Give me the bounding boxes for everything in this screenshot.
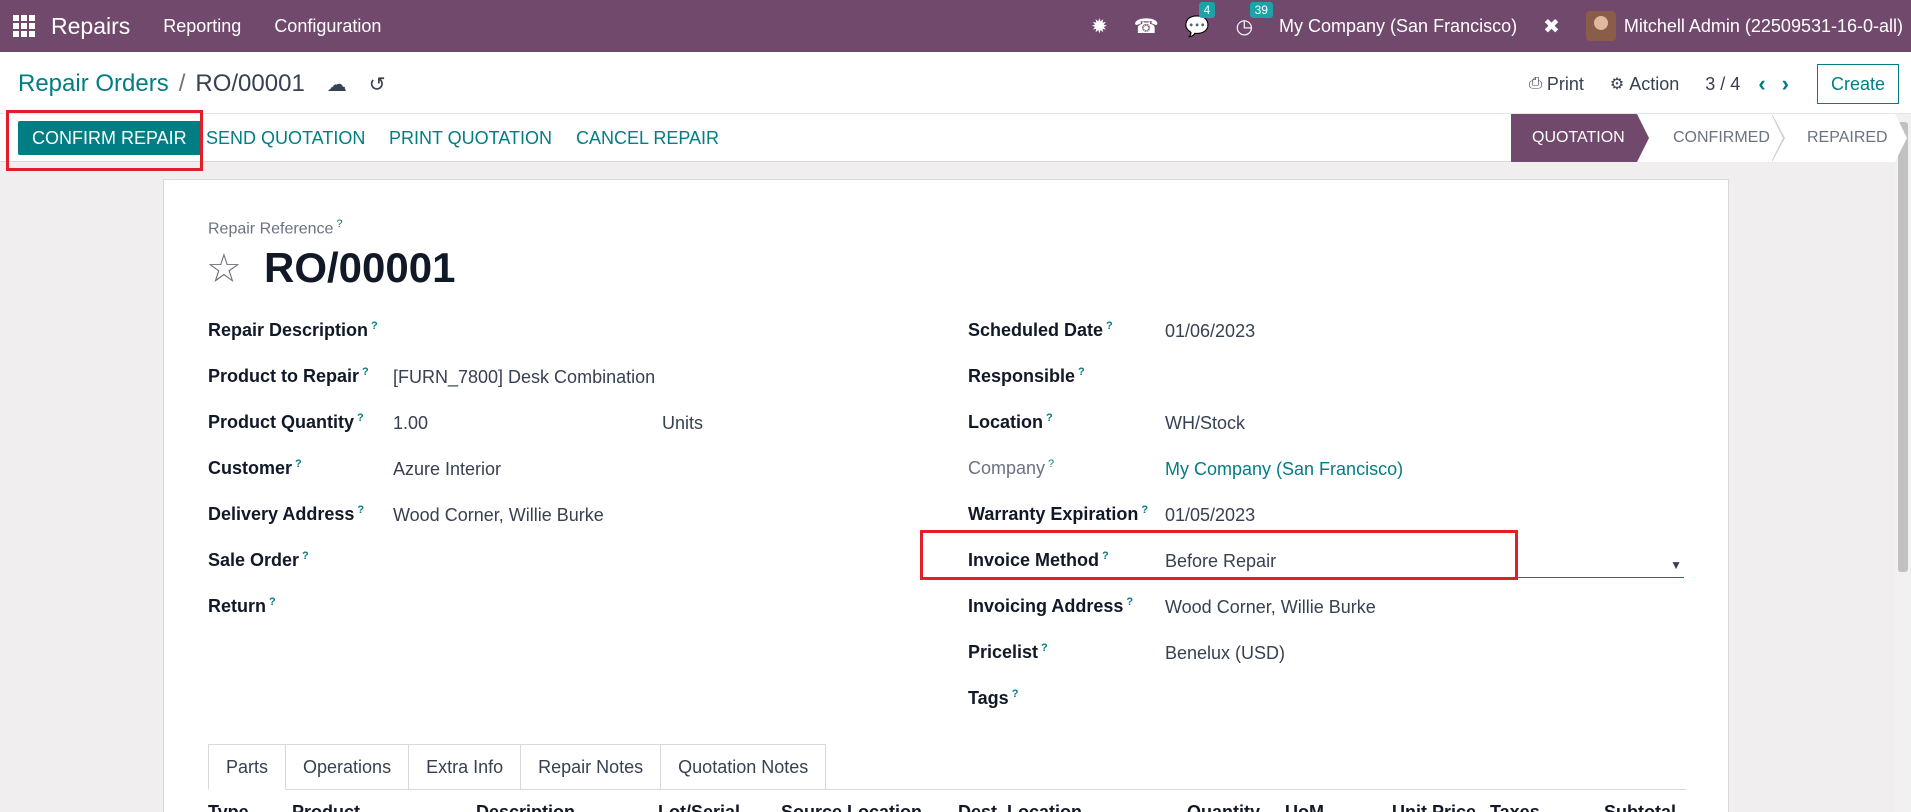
label-product-to-repair: Product to Repair? [208,366,369,386]
activity-clock-icon[interactable]: ◷ 39 [1236,1,1273,39]
phone-icon[interactable]: ☎ [1134,14,1159,39]
customer-field[interactable]: Azure Interior [393,459,501,480]
highlight-invoice-method-box [920,530,1518,580]
col-lot-serial[interactable]: Lot/Serial [658,802,740,812]
printer-icon: ⎙ [1529,75,1542,92]
repair-reference-label: Repair Reference? [208,218,343,238]
tab-quotation-notes[interactable]: Quotation Notes [661,744,827,790]
label-tags: Tags? [968,688,1019,708]
control-panel: Repair Orders / RO/00001 ☁ ↺ ⎙ Print ⚙ Act… [0,52,1911,114]
scheduled-date-field[interactable]: 01/06/2023 [1165,321,1255,342]
highlight-confirm-box [6,110,203,171]
cancel-repair-button[interactable]: CANCEL REPAIR [576,121,719,155]
col-subtotal[interactable]: Subtotal [1604,802,1676,812]
page-title: RO/00001 [264,244,456,291]
label-warranty-expiration: Warranty Expiration? [968,504,1149,524]
breadcrumb-current: RO/00001 [195,70,305,97]
tab-repair-notes[interactable]: Repair Notes [521,744,662,790]
invoicing-address-field[interactable]: Wood Corner, Willie Burke [1165,597,1376,618]
location-field[interactable]: WH/Stock [1165,413,1245,434]
col-product[interactable]: Product [292,802,360,812]
company-switcher[interactable]: My Company (San Francisco) [1279,16,1517,37]
page-scrollbar[interactable] [1895,114,1911,812]
warranty-expiration-field[interactable]: 01/05/2023 [1165,505,1255,526]
stage-quotation[interactable]: QUOTATION [1511,114,1649,162]
print-quotation-button[interactable]: PRINT QUOTATION [389,121,552,155]
stage-pipeline: QUOTATION CONFIRMED REPAIRED [1511,114,1907,162]
avatar[interactable] [1585,11,1616,41]
label-location: Location? [968,412,1053,432]
label-customer: Customer? [208,458,302,478]
discard-undo-icon[interactable]: ↺ [369,72,386,97]
label-product-quantity: Product Quantity? [208,412,364,432]
print-button[interactable]: ⎙ Print [1529,74,1584,95]
col-taxes[interactable]: Taxes [1490,802,1540,812]
send-quotation-button[interactable]: SEND QUOTATION [206,121,365,155]
col-unit-price[interactable]: Unit Price [1392,802,1476,812]
create-button[interactable]: Create [1816,64,1899,104]
activity-count-badge: 39 [1249,1,1273,18]
chat-icon[interactable]: 💬 4 [1185,1,1216,39]
chevron-right-icon[interactable]: › [1782,71,1789,97]
breadcrumb-parent[interactable]: Repair Orders [18,70,169,98]
status-bar: CONFIRM REPAIR SEND QUOTATION PRINT QUOT… [0,114,1907,162]
label-company: Company? [968,458,1055,478]
col-type[interactable]: Type [208,802,249,812]
star-icon[interactable]: ☆ [206,246,242,292]
label-scheduled-date: Scheduled Date? [968,320,1113,340]
pricelist-field[interactable]: Benelux (USD) [1165,643,1285,664]
top-navbar: Repairs Reporting Configuration ✹ ☎ 💬 4 ◷… [0,0,1911,52]
tools-icon[interactable]: ✖ [1543,14,1560,39]
label-invoicing-address: Invoicing Address? [968,596,1134,616]
col-description[interactable]: Description [476,802,575,812]
breadcrumb-separator: / [178,70,186,97]
col-uom[interactable]: UoM [1285,802,1324,812]
menu-reporting[interactable]: Reporting [163,16,241,37]
user-menu[interactable]: Mitchell Admin (22509531-16-0-all) [1624,16,1903,37]
product-quantity-field[interactable]: 1.00 [393,413,428,434]
product-to-repair-field[interactable]: [FURN_7800] Desk Combination [393,367,655,388]
label-sale-order: Sale Order? [208,550,309,570]
col-dest-location[interactable]: Dest. Location [958,802,1082,812]
pager-value[interactable]: 3 / 4 [1705,74,1740,95]
menu-configuration[interactable]: Configuration [274,16,381,37]
company-field[interactable]: My Company (San Francisco) [1165,459,1403,480]
app-name[interactable]: Repairs [51,13,130,40]
col-quantity[interactable]: Quantity [1187,802,1260,812]
stage-repaired[interactable]: REPAIRED [1771,114,1907,162]
breadcrumb: Repair Orders / RO/00001 ☁ ↺ [18,70,386,98]
label-responsible: Responsible? [968,366,1085,386]
bug-icon[interactable]: ✹ [1091,14,1108,39]
notebook-tabs: Parts Operations Extra Info Repair Notes… [208,744,827,790]
label-delivery-address: Delivery Address? [208,504,365,524]
apps-menu-icon[interactable] [13,15,35,37]
col-source-location[interactable]: Source Location [781,802,922,812]
delivery-address-field[interactable]: Wood Corner, Willie Burke [393,505,604,526]
label-return: Return? [208,596,276,616]
form-sheet: Repair Reference? ☆ RO/00001 Repair Desc… [163,179,1729,812]
action-button[interactable]: ⚙ Action [1610,74,1679,95]
tab-operations[interactable]: Operations [286,744,410,790]
tab-extra-info[interactable]: Extra Info [409,744,522,790]
label-pricelist: Pricelist? [968,642,1048,662]
chevron-left-icon[interactable]: ‹ [1758,71,1765,97]
chat-count-badge: 4 [1198,1,1216,18]
save-cloud-icon[interactable]: ☁ [327,72,347,97]
scroll-thumb[interactable] [1898,122,1908,572]
uom-field[interactable]: Units [662,413,703,434]
stage-confirmed[interactable]: CONFIRMED [1637,114,1785,162]
label-repair-description: Repair Description? [208,320,378,340]
tab-parts[interactable]: Parts [208,744,287,790]
gear-icon: ⚙ [1609,76,1625,93]
caret-down-icon: ▼ [1670,558,1682,572]
